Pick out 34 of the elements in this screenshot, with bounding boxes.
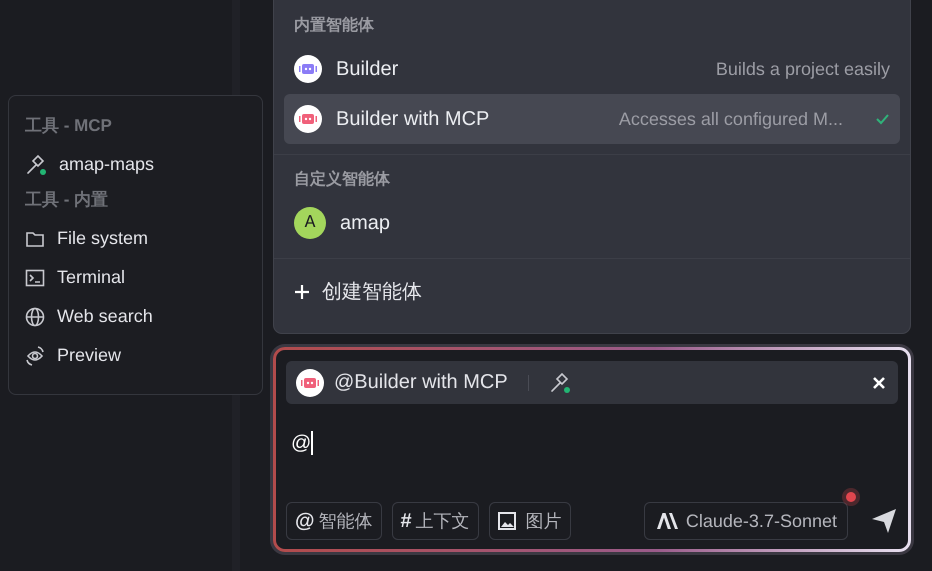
section-title: 内置智能体 xyxy=(293,16,375,36)
send-icon[interactable] xyxy=(870,507,898,535)
tool-item[interactable]: Preview xyxy=(57,345,122,366)
agent-item[interactable]: Builder Builds a project easily xyxy=(284,44,900,94)
section-title: 工具 - MCP xyxy=(25,115,113,137)
section-title: 工具 - 内置 xyxy=(25,189,110,211)
agent-mention: @Builder with MCP xyxy=(334,371,508,394)
bot-avatar xyxy=(294,105,322,133)
toolbar-button[interactable]: @ 智能体 xyxy=(286,502,382,540)
letter-avatar: A xyxy=(294,207,326,239)
plus-icon xyxy=(294,284,310,300)
message-input[interactable]: @ xyxy=(291,432,312,454)
eye-icon xyxy=(25,344,45,366)
bot-avatar xyxy=(296,368,324,396)
agent-item[interactable]: A amap xyxy=(284,198,900,248)
create-agent-link[interactable]: 创建智能体 xyxy=(322,278,422,305)
tool-item[interactable]: amap-maps xyxy=(59,154,154,175)
section-title: 自定义智能体 xyxy=(293,169,391,190)
hammer-icon xyxy=(548,372,571,394)
toolbar-button[interactable]: 图片 xyxy=(488,502,571,540)
model-selector[interactable]: Claude-3.7-Sonnet xyxy=(644,502,848,540)
anthropic-logo-icon xyxy=(656,513,678,529)
tool-item[interactable]: File system xyxy=(57,228,148,249)
hammer-icon xyxy=(25,154,47,176)
image-icon xyxy=(498,512,516,530)
tool-item[interactable]: Web search xyxy=(57,306,153,327)
globe-icon xyxy=(25,306,45,326)
check-icon xyxy=(875,112,890,126)
bot-avatar xyxy=(294,55,322,83)
tool-item[interactable]: Terminal xyxy=(57,267,126,288)
terminal-icon xyxy=(25,268,45,288)
close-icon[interactable] xyxy=(872,376,886,390)
toolbar-button[interactable]: # 上下文 xyxy=(392,502,479,540)
agent-item[interactable]: Builder with MCP Accesses all configured M... xyxy=(284,94,900,144)
